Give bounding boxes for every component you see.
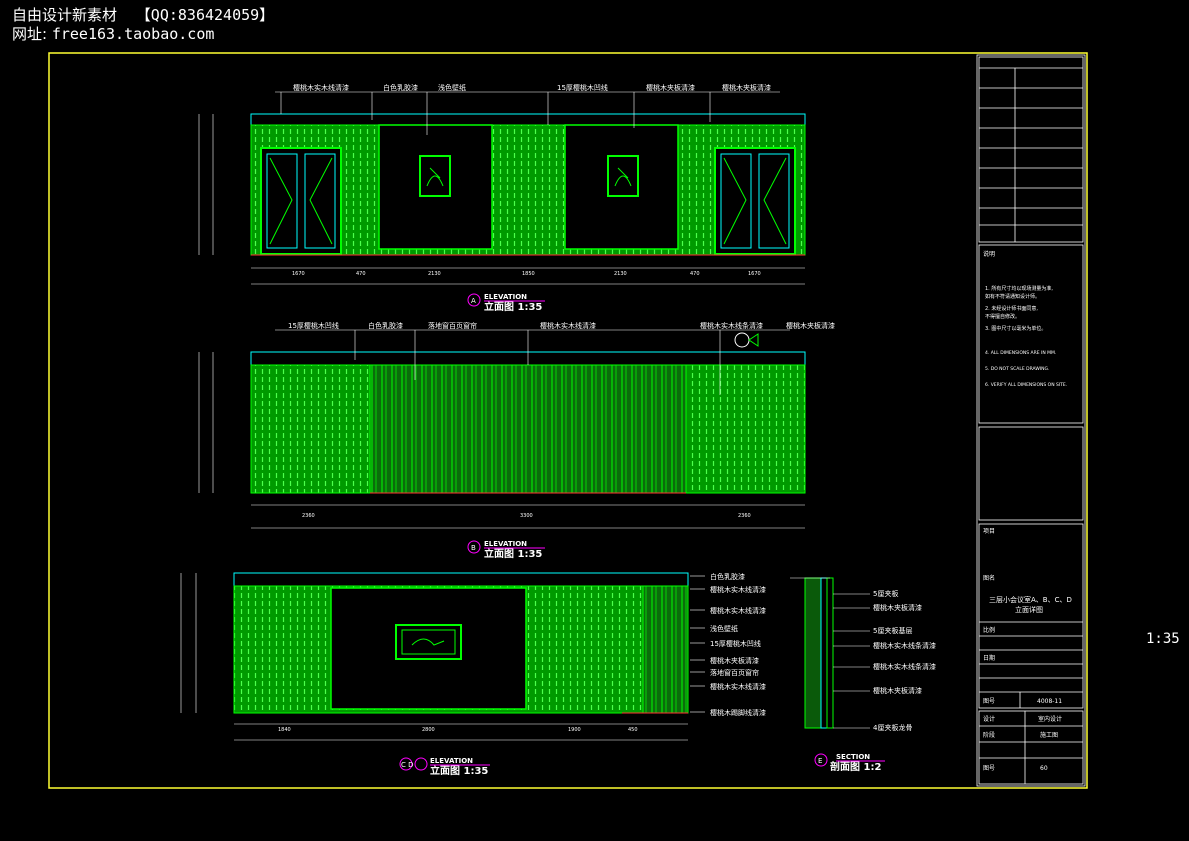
note-6: 4. ALL DIMENSIONS ARE IN MM.	[985, 350, 1056, 356]
callout-b-6: 樱桃木夹板清漆	[786, 321, 835, 330]
elevation-cd-tag-en: ELEVATION	[430, 757, 473, 765]
callout-e-2: 樱桃木夹板清漆	[873, 603, 922, 612]
callout-b-1: 15厚樱桃木凹线	[288, 321, 339, 330]
callout-b-5: 樱桃木实木线条清漆	[700, 321, 763, 330]
elevation-a	[198, 91, 806, 285]
elevation-b-tag-en: ELEVATION	[484, 540, 527, 548]
callout-cd-5: 15厚樱桃木凹线	[710, 639, 761, 648]
callout-a-1: 樱桃木实木线清漆	[293, 83, 349, 92]
section-e	[790, 577, 870, 729]
elevation-a-cornice	[250, 113, 806, 126]
notes-title: 说明	[983, 250, 995, 258]
dim-cd-4: 450	[628, 727, 638, 733]
dim-cd-2: 2800	[422, 727, 435, 733]
callout-cd-8: 樱桃木实木线清漆	[710, 682, 766, 691]
callout-b-4: 樱桃木实木线清漆	[540, 321, 596, 330]
note-8: 6. VERIFY ALL DIMENSIONS ON SITE.	[985, 382, 1067, 388]
section-mark-e	[734, 332, 750, 348]
design-label: 设计	[983, 715, 995, 723]
elevation-cd-curtain	[642, 585, 689, 714]
dim-a-2: 470	[356, 271, 366, 277]
elevation-cd-tag-letter: C D	[401, 761, 414, 769]
date-label: 日期	[983, 654, 995, 662]
elevation-b-tag: B ELEVATION 立面图 1:35	[467, 540, 545, 560]
drawing-title-2: 立面详图	[1015, 605, 1043, 614]
note-4: 不得擅自修改。	[985, 313, 1020, 320]
dim-b-2: 3300	[520, 513, 533, 519]
drawing-label: 图名	[983, 574, 995, 582]
elevation-b-wall-right	[685, 364, 806, 494]
section-e-tag-cn: 剖面图 1:2	[830, 760, 881, 773]
elevation-cd-tag: C D ELEVATION 立面图 1:35	[399, 757, 490, 777]
callout-cd-9: 樱桃木踢脚线清漆	[710, 708, 766, 717]
elevation-b-tag-letter: B	[471, 544, 476, 552]
dim-a-4: 1850	[522, 271, 535, 277]
elevation-b	[198, 329, 806, 529]
callout-a-5: 樱桃木夹板清漆	[646, 83, 695, 92]
note-1: 1. 所有尺寸均以现场测量为准,	[985, 285, 1053, 292]
callout-e-5: 樱桃木实木线条清漆	[873, 662, 936, 671]
section-e-tag: E SECTION 剖面图 1:2	[814, 753, 885, 773]
callout-b-2: 白色乳胶漆	[368, 321, 403, 330]
dim-a-3: 2130	[428, 271, 441, 277]
callout-e-7: 4厘夹板龙骨	[873, 723, 912, 732]
callout-cd-6: 樱桃木夹板清漆	[710, 656, 759, 665]
elevation-b-wall-left	[250, 364, 371, 494]
callout-cd-7: 落地窗百页窗帘	[710, 668, 759, 677]
callout-a-4: 15厚樱桃木凹线	[557, 83, 608, 92]
dim-a-6: 470	[690, 271, 700, 277]
callout-a-3: 浅色壁纸	[438, 83, 466, 92]
sheet-label: 图号	[983, 765, 995, 772]
number-label: 图号	[983, 698, 995, 705]
note-7: 5. DO NOT SCALE DRAWING.	[985, 366, 1049, 372]
number-value: 4008-11	[1037, 698, 1062, 705]
note-3: 2. 未经设计师书面同意,	[985, 305, 1038, 312]
drawing-title-1: 三层小会议室A、B、C、D	[989, 595, 1072, 604]
callout-cd-2: 樱桃木实木线清漆	[710, 585, 766, 594]
note-2: 如有不符请通知设计师。	[985, 293, 1040, 300]
callout-e-4: 樱桃木实木线条清漆	[873, 641, 936, 650]
design-value: 室内设计	[1038, 715, 1062, 723]
dim-a-7: 1670	[748, 271, 761, 277]
callout-e-3: 5厘夹板基层	[873, 626, 912, 635]
scale-label: 比例	[983, 626, 995, 634]
elevation-cd-tag-cn: 立面图 1:35	[430, 764, 488, 777]
dim-b-3: 2360	[738, 513, 751, 519]
dim-cd-3: 1900	[568, 727, 581, 733]
elevation-a-tag-letter: A	[471, 297, 476, 305]
dim-a-5: 2130	[614, 271, 627, 277]
callout-cd-1: 白色乳胶漆	[710, 572, 745, 581]
stage-label: 阶段	[983, 731, 995, 739]
callout-cd-4: 浅色壁纸	[710, 624, 738, 633]
section-e-tag-en: SECTION	[836, 753, 870, 761]
dim-a-1: 1670	[292, 271, 305, 277]
callout-a-6: 樱桃木夹板清漆	[722, 83, 771, 92]
elevation-a-right-door	[714, 147, 796, 255]
project-label: 项目	[983, 528, 995, 535]
callout-e-6: 樱桃木夹板清漆	[873, 686, 922, 695]
elevation-a-tag: A ELEVATION 立面图 1:35	[467, 293, 545, 313]
cad-drawing-canvas[interactable]: 樱桃木实木线清漆 白色乳胶漆 浅色壁纸 15厚樱桃木凹线 樱桃木夹板清漆 樱桃木…	[0, 0, 1189, 841]
callout-a-2: 白色乳胶漆	[383, 83, 418, 92]
title-block	[976, 54, 1086, 787]
elevation-b-tag-cn: 立面图 1:35	[484, 547, 542, 560]
title-block-text: 说明 1. 所有尺寸均以现场测量为准, 如有不符请通知设计师。 2. 未经设计师…	[983, 250, 1072, 772]
dim-b-1: 2360	[302, 513, 315, 519]
note-5: 3. 图中尺寸以毫米为单位。	[985, 325, 1046, 332]
elevation-b-curtain	[369, 364, 687, 494]
elevation-cd-cornice	[233, 572, 689, 587]
elevation-a-tag-cn: 立面图 1:35	[484, 300, 542, 313]
callout-cd-3: 樱桃木实木线清漆	[710, 606, 766, 615]
stage-value: 施工图	[1040, 731, 1058, 739]
dim-cd-1: 1840	[278, 727, 291, 733]
callout-b-3: 落地窗百页窗帘	[428, 321, 477, 330]
elevation-cd	[180, 572, 705, 741]
elevation-a-left-door	[260, 147, 342, 255]
callout-e-1: 5厘夹板	[873, 589, 898, 598]
sheet-value: 60	[1040, 765, 1048, 772]
elevation-a-tag-en: ELEVATION	[484, 293, 527, 301]
section-e-tag-letter: E	[818, 757, 822, 765]
section-e-text: 5厘夹板 樱桃木夹板清漆 5厘夹板基层 樱桃木实木线条清漆 樱桃木实木线条清漆 …	[873, 589, 936, 732]
